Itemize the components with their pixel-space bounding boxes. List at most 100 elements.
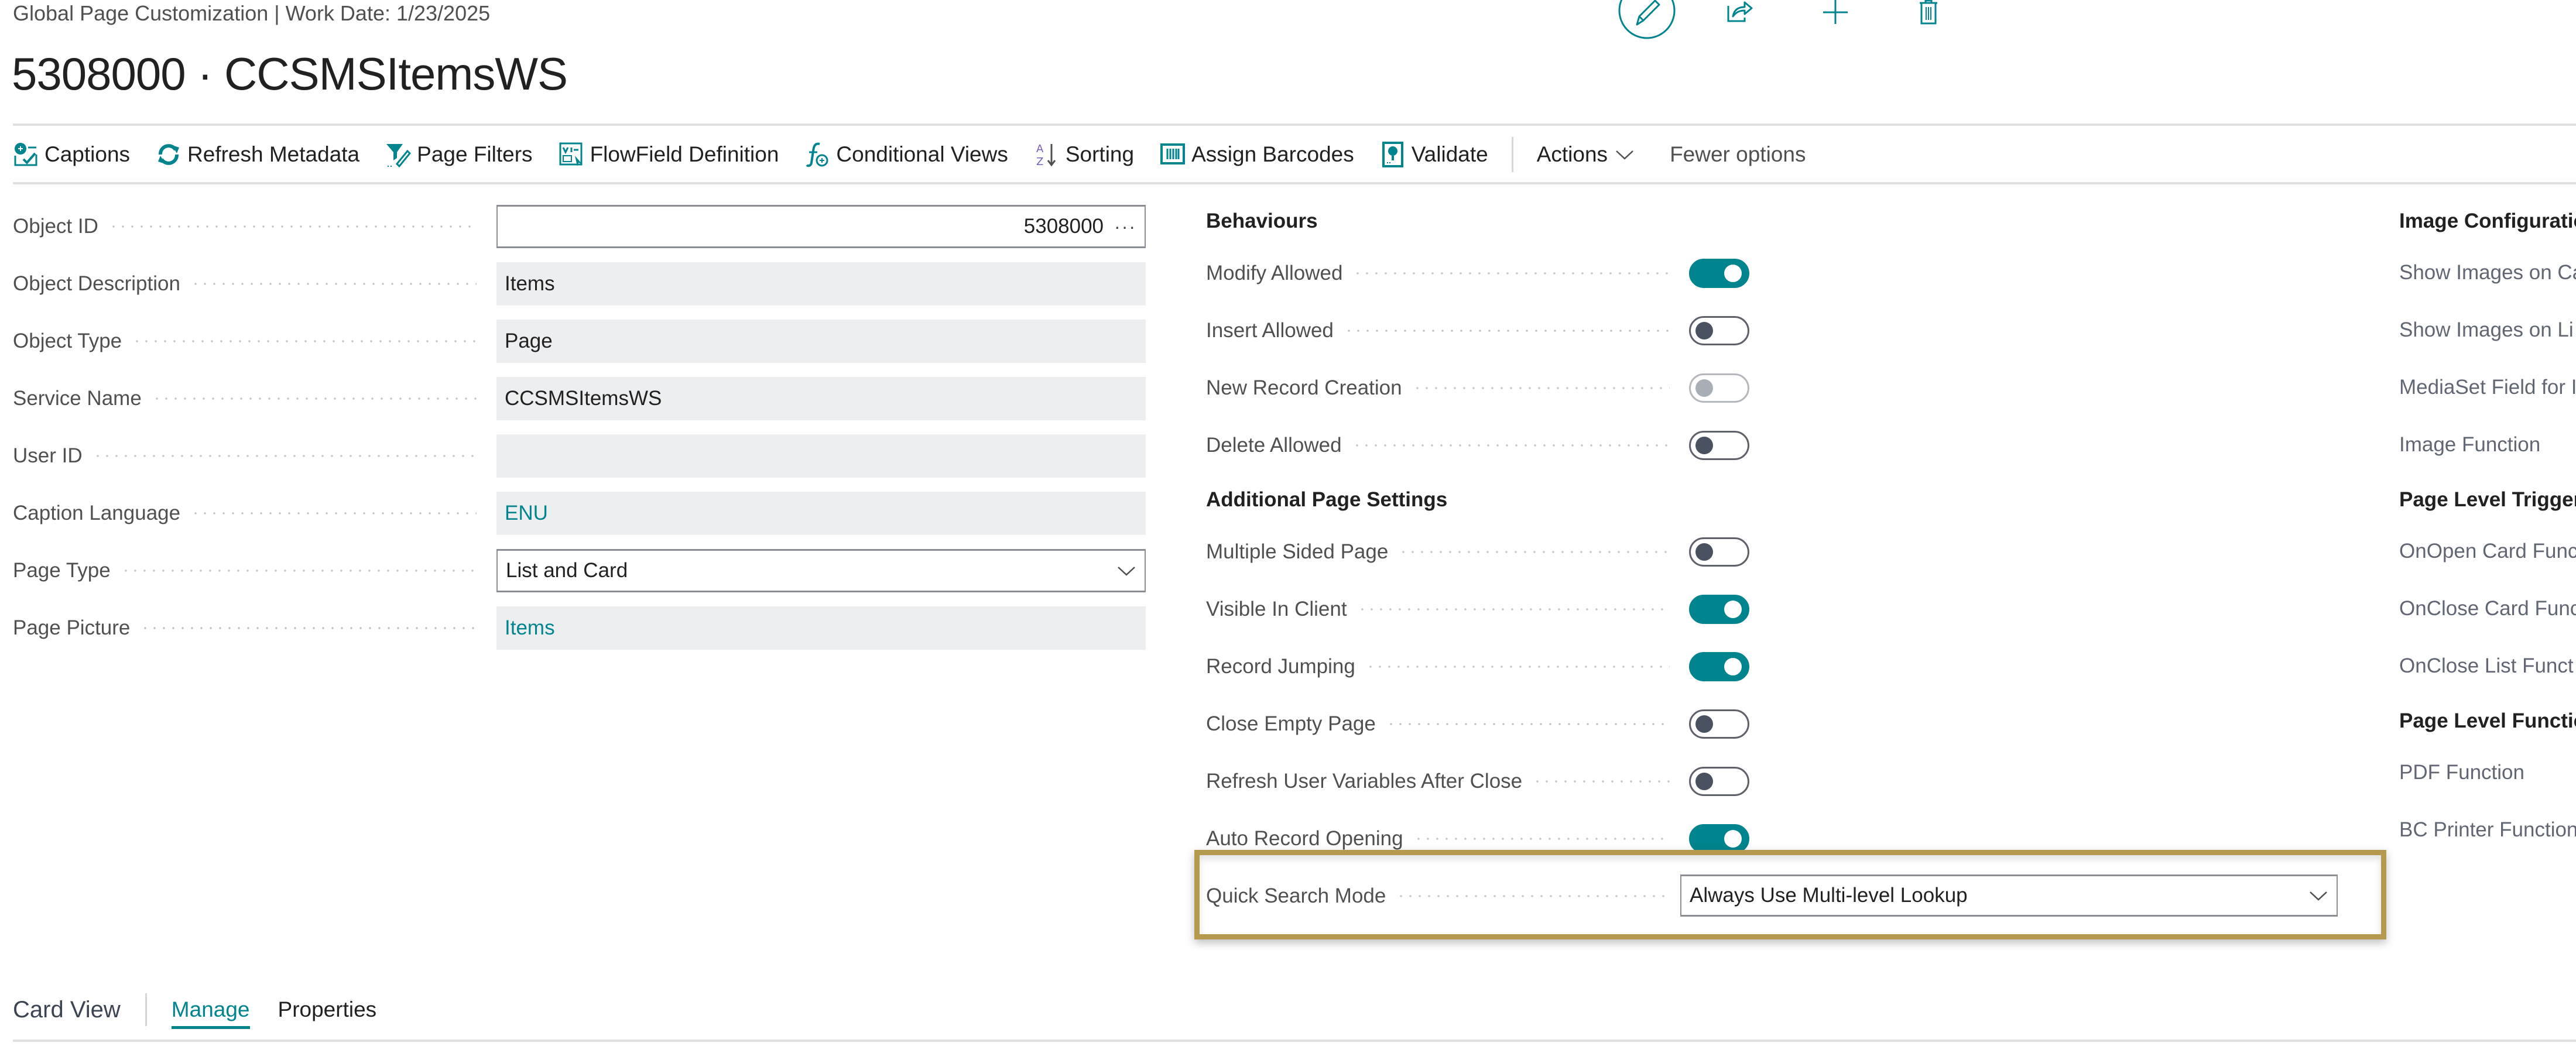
sorting-button[interactable]: AZ Sorting	[1034, 142, 1134, 167]
edit-button[interactable]	[1618, 0, 1676, 40]
insert-allowed-toggle[interactable]	[1689, 316, 1749, 345]
page-picture-label: Page Picture	[13, 616, 131, 639]
toggle-knob	[1695, 322, 1713, 339]
service-name-field: CCSMSItemsWS	[496, 377, 1146, 420]
auto-record-opening-toggle[interactable]	[1689, 824, 1749, 853]
page-picture-link[interactable]: Items	[505, 616, 555, 640]
page-type-label: Page Type	[13, 559, 111, 582]
page-picture-row: Page Picture	[13, 606, 487, 650]
object-type-value: Page	[505, 330, 553, 352]
multiple-sided-page-row: Multiple Sided Page	[1206, 530, 1680, 574]
modify-allowed-row: Modify Allowed	[1206, 252, 1680, 295]
delete-button[interactable]	[1918, 0, 1939, 25]
insert-allowed-row: Insert Allowed	[1206, 309, 1680, 352]
leader-dots	[191, 512, 477, 515]
new-record-creation-toggle[interactable]	[1689, 373, 1749, 403]
object-id-field[interactable]: 5308000 ···	[496, 205, 1146, 248]
flowfield-definition-button[interactable]: FlowField Definition	[559, 142, 779, 167]
leader-dots	[1399, 551, 1670, 553]
refresh-user-variables-label: Refresh User Variables After Close	[1206, 770, 1523, 793]
quick-search-mode-row: Quick Search Mode	[1206, 874, 1680, 918]
quick-search-mode-label: Quick Search Mode	[1206, 884, 1386, 907]
leader-dots	[1413, 838, 1670, 840]
onclose-card-function-label: OnClose Card Func	[2399, 597, 2576, 620]
filter-icon	[385, 142, 412, 167]
quick-search-mode-select[interactable]: Always Use Multi-level Lookup	[1680, 874, 2338, 917]
service-name-row: Service Name	[13, 377, 487, 420]
toggle-knob	[1724, 830, 1742, 848]
caption-language-link[interactable]: ENU	[505, 502, 548, 525]
service-name-value: CCSMSItemsWS	[505, 387, 662, 410]
leader-dots	[93, 455, 477, 457]
action-bar: Captions Refresh Metadata Page Filters F…	[13, 128, 1806, 181]
fewer-options-button[interactable]: Fewer options	[1670, 142, 1806, 167]
new-record-creation-label: New Record Creation	[1206, 376, 1402, 399]
leader-dots	[1533, 780, 1670, 783]
visible-in-client-row: Visible In Client	[1206, 588, 1680, 631]
new-button[interactable]	[1822, 0, 1849, 25]
function-icon	[804, 142, 830, 167]
object-description-label: Object Description	[13, 272, 180, 295]
share-icon	[1727, 1, 1753, 22]
visible-in-client-label: Visible In Client	[1206, 598, 1347, 620]
flowfield-icon	[559, 142, 584, 167]
svg-text:A: A	[1036, 143, 1044, 155]
toggle-knob	[1695, 543, 1713, 561]
quick-search-mode-value: Always Use Multi-level Lookup	[1690, 884, 1968, 907]
visible-in-client-toggle[interactable]	[1689, 595, 1749, 624]
close-empty-page-toggle[interactable]	[1689, 709, 1749, 739]
barcode-icon	[1160, 142, 1186, 167]
captions-icon	[13, 142, 39, 167]
validate-button[interactable]: Validate	[1380, 142, 1488, 167]
close-empty-page-row: Close Empty Page	[1206, 702, 1680, 746]
chevron-down-icon	[1118, 567, 1135, 576]
refresh-metadata-button[interactable]: Refresh Metadata	[156, 142, 359, 167]
captions-button[interactable]: Captions	[13, 142, 130, 167]
auto-record-opening-label: Auto Record Opening	[1206, 827, 1403, 850]
lookup-ellipsis-icon[interactable]: ···	[1114, 216, 1136, 238]
card-view-tabs: Card View Manage Properties	[13, 989, 405, 1030]
object-type-row: Object Type	[13, 320, 487, 363]
toolbar-bottom-divider	[13, 182, 2576, 184]
toolbar-separator	[1511, 137, 1513, 172]
object-type-field: Page	[496, 320, 1146, 363]
multiple-sided-page-toggle[interactable]	[1689, 537, 1749, 567]
modify-allowed-toggle[interactable]	[1689, 259, 1749, 288]
page-type-value: List and Card	[506, 559, 628, 582]
leader-dots	[1412, 387, 1670, 389]
caption-language-row: Caption Language	[13, 492, 487, 535]
tab-manage[interactable]: Manage	[171, 997, 250, 1029]
page-filters-button[interactable]: Page Filters	[385, 142, 533, 167]
page-type-select[interactable]: List and Card	[496, 549, 1146, 592]
assign-barcodes-button[interactable]: Assign Barcodes	[1160, 142, 1354, 167]
page-level-triggers-heading: Page Level Triggers	[2399, 488, 2576, 511]
conditional-views-button[interactable]: Conditional Views	[804, 142, 1008, 167]
trash-icon	[1920, 0, 1937, 25]
onclose-list-function-label: OnClose List Funct	[2399, 654, 2574, 677]
refresh-user-variables-toggle[interactable]	[1689, 767, 1749, 796]
record-jumping-toggle[interactable]	[1689, 652, 1749, 681]
object-description-field: Items	[496, 262, 1146, 306]
object-id-row: Object ID	[13, 205, 487, 248]
modify-allowed-label: Modify Allowed	[1206, 262, 1343, 284]
refresh-user-variables-row: Refresh User Variables After Close	[1206, 760, 1680, 803]
leader-dots	[1353, 272, 1670, 275]
toggle-knob	[1695, 437, 1713, 454]
assign-barcodes-label: Assign Barcodes	[1191, 142, 1354, 166]
tab-properties[interactable]: Properties	[278, 997, 377, 1022]
page-picture-field: Items	[496, 606, 1146, 650]
object-description-row: Object Description	[13, 262, 487, 306]
actions-menu-button[interactable]: Actions	[1537, 142, 1635, 167]
pdf-function-label: PDF Function	[2399, 761, 2524, 784]
delete-allowed-toggle[interactable]	[1689, 431, 1749, 460]
toggle-knob	[1724, 601, 1742, 618]
leader-dots	[190, 283, 477, 285]
share-button[interactable]	[1726, 0, 1755, 23]
record-jumping-label: Record Jumping	[1206, 655, 1355, 678]
page-title: 5308000 · CCSMSItemsWS	[12, 48, 568, 100]
image-function-label: Image Function	[2399, 433, 2541, 456]
additional-settings-heading: Additional Page Settings	[1206, 488, 1448, 511]
insert-allowed-label: Insert Allowed	[1206, 319, 1334, 342]
caption-language-label: Caption Language	[13, 502, 181, 524]
toggle-knob	[1695, 773, 1713, 790]
